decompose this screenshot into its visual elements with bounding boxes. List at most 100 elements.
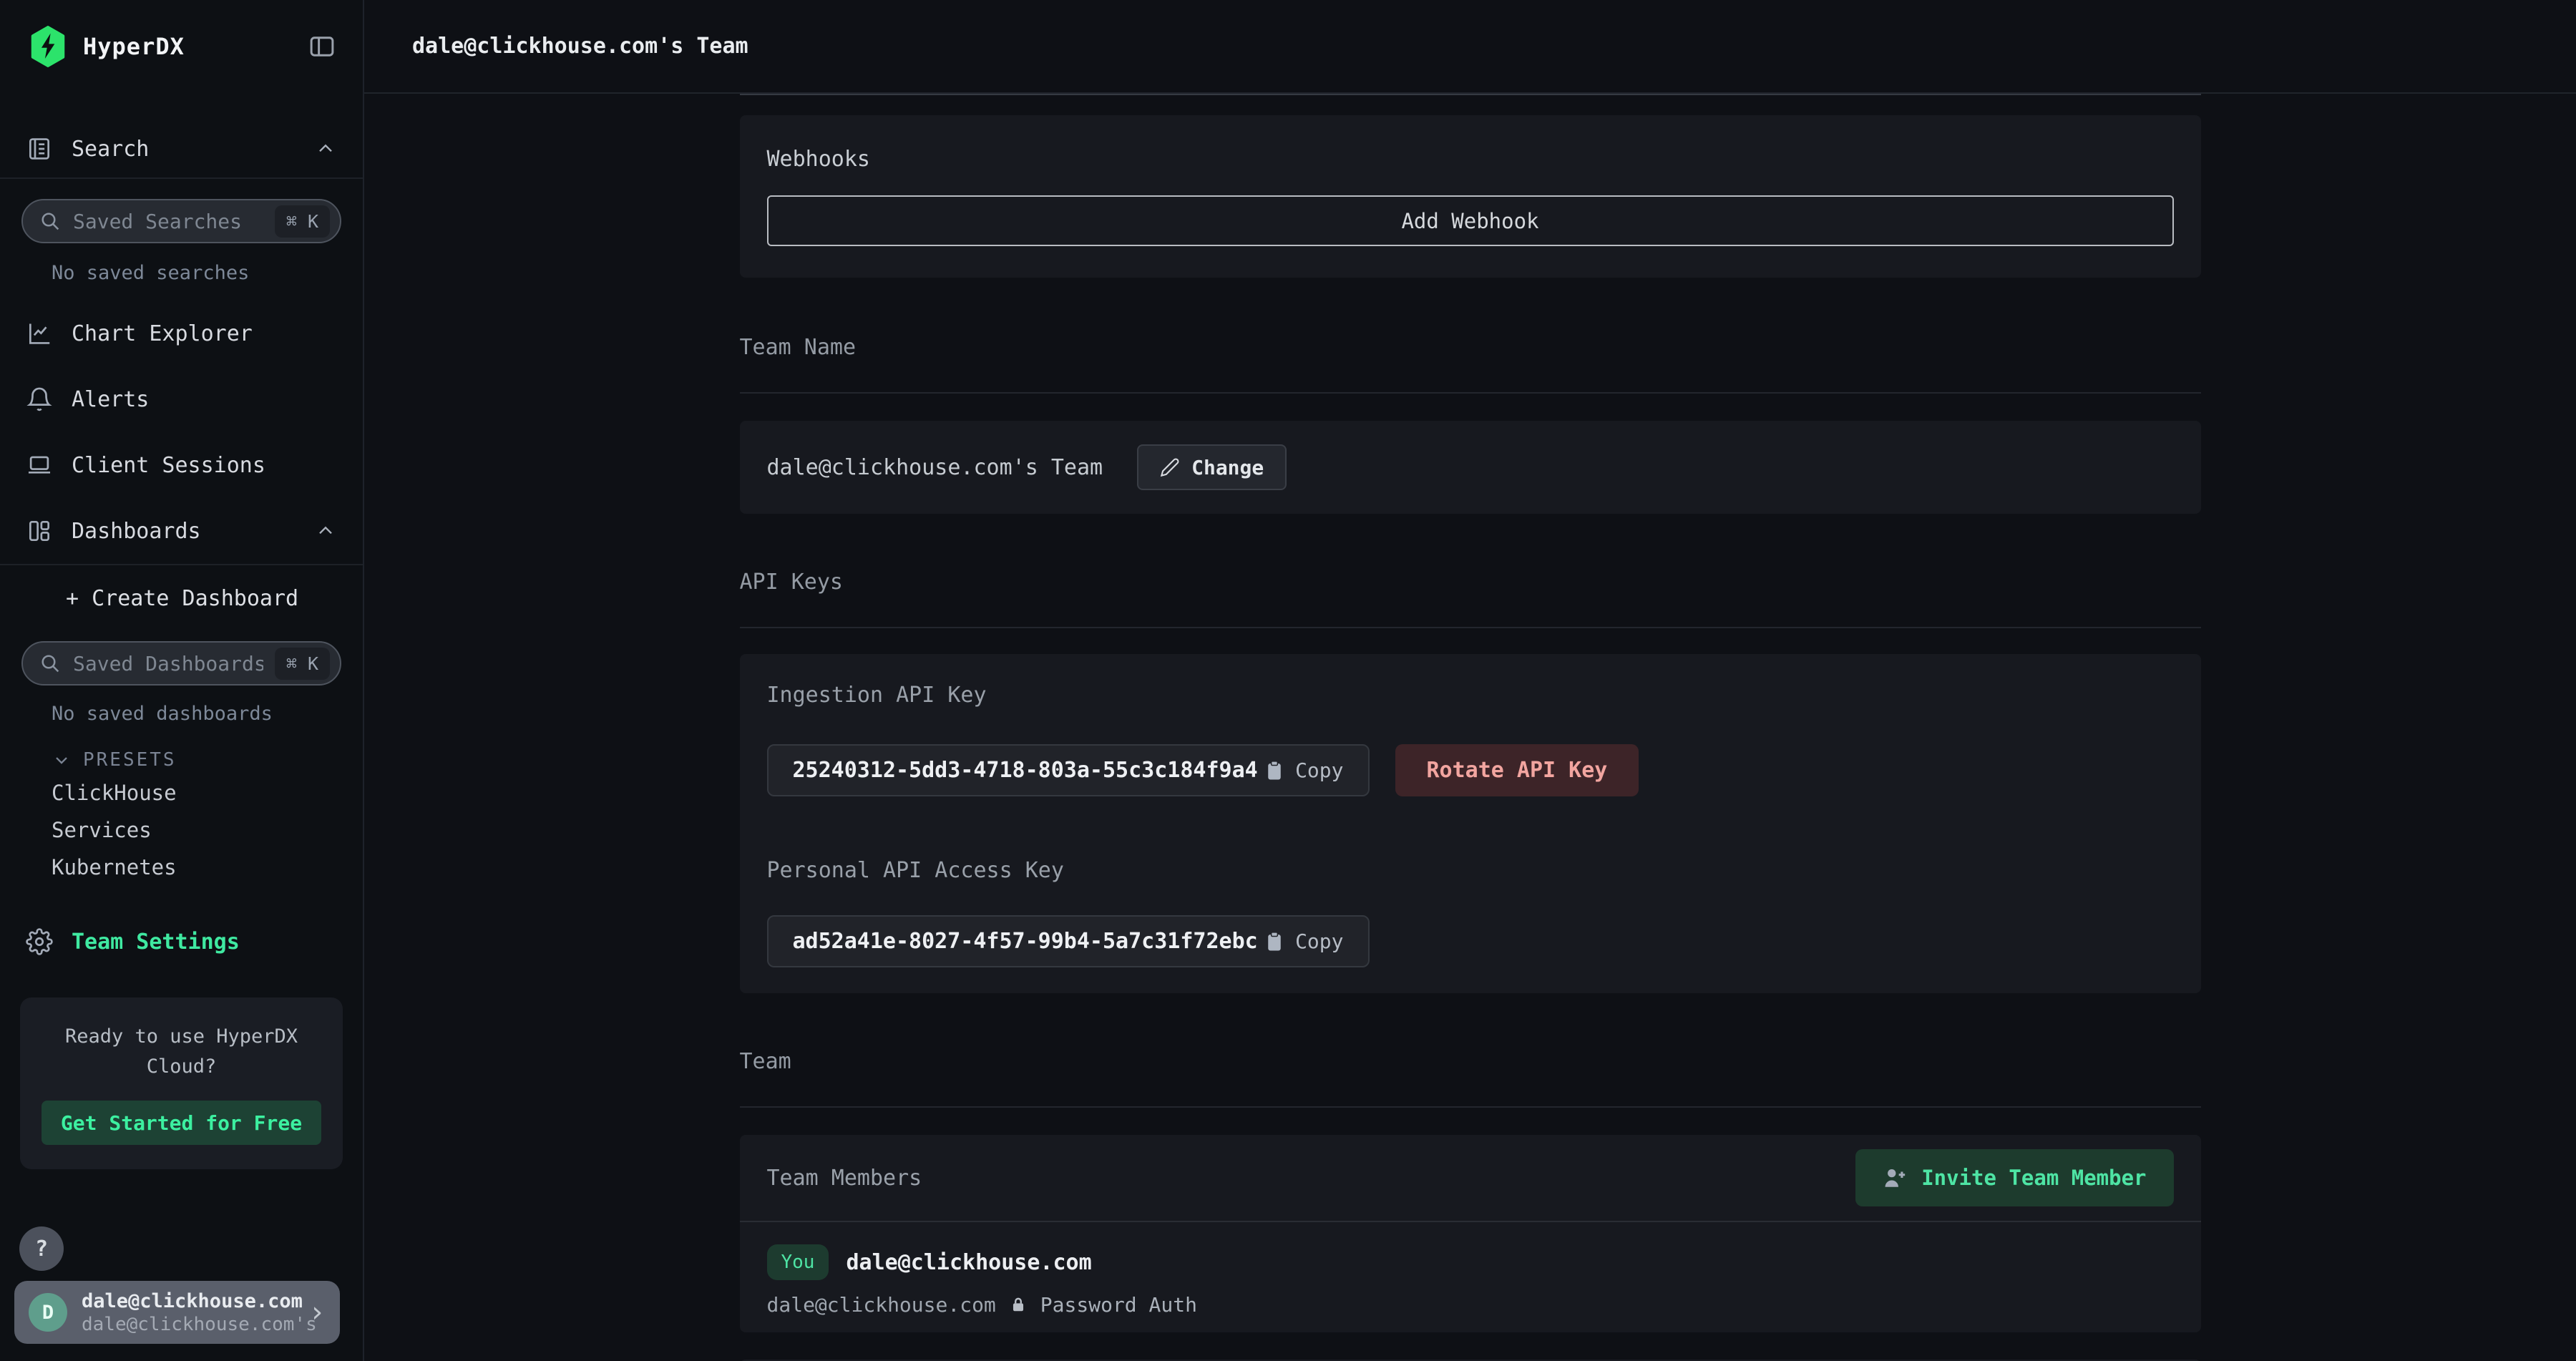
team-members-card: Team Members Invite Team Member You dale…	[740, 1135, 2201, 1332]
section-divider	[740, 627, 2201, 628]
no-saved-dashboards-note: No saved dashboards	[0, 701, 363, 727]
magnifier-icon	[39, 652, 62, 675]
team-heading: Team	[740, 1048, 2201, 1076]
sidebar-item-label: Dashboards	[72, 519, 201, 544]
sidebar-item-label: Alerts	[72, 387, 149, 412]
saved-dashboards-search[interactable]: ⌘ K	[21, 641, 341, 686]
preset-kubernetes[interactable]: Kubernetes	[0, 849, 363, 886]
sidebar-item-client-sessions[interactable]: Client Sessions	[0, 432, 363, 498]
user-name: dale@clickhouse.com	[82, 1289, 294, 1313]
search-section-icon	[26, 135, 53, 162]
team-name-card: dale@clickhouse.com's Team Change	[740, 421, 2201, 514]
ingestion-key-label: Ingestion API Key	[767, 681, 2174, 710]
sidebar-item-dashboards[interactable]: Dashboards	[0, 498, 363, 564]
pencil-icon	[1160, 457, 1180, 477]
sidebar-section-search[interactable]: Search	[0, 120, 363, 179]
user-plus-icon	[1883, 1166, 1907, 1190]
avatar: D	[29, 1293, 67, 1332]
team-member-row: You dale@clickhouse.com dale@clickhouse.…	[740, 1222, 2201, 1332]
personal-key-box: ad52a41e-8027-4f57-99b4-5a7c31f72ebc Cop…	[767, 915, 1370, 967]
chevron-down-icon	[52, 750, 72, 770]
brand-name: HyperDX	[83, 33, 185, 60]
dashboards-icon	[26, 517, 53, 545]
preset-services[interactable]: Services	[0, 811, 363, 849]
create-dashboard-button[interactable]: + Create Dashboard	[0, 565, 363, 631]
clipboard-icon	[1264, 760, 1285, 781]
cloud-promo-card: Ready to use HyperDX Cloud? Get Started …	[20, 997, 343, 1169]
sidebar-item-chart-explorer[interactable]: Chart Explorer	[0, 301, 363, 366]
brand[interactable]: HyperDX	[26, 24, 185, 69]
sidebar-item-label: Client Sessions	[72, 453, 265, 478]
help-button[interactable]: ?	[19, 1226, 64, 1271]
chart-icon	[26, 320, 53, 347]
webhooks-card: Webhooks Add Webhook	[740, 115, 2201, 278]
api-keys-card: Ingestion API Key 25240312-5dd3-4718-803…	[740, 654, 2201, 993]
page-header: dale@clickhouse.com's Team	[364, 0, 2576, 94]
laptop-icon	[26, 452, 53, 479]
settings-scroll-area[interactable]: Webhooks Add Webhook Team Name dale@clic…	[364, 94, 2576, 1361]
hyperdx-logo-icon	[26, 24, 70, 69]
member-name: dale@clickhouse.com	[846, 1250, 1091, 1275]
ingestion-key-box: 25240312-5dd3-4718-803a-55c3c184f9a4 Cop…	[767, 744, 1370, 796]
sidebar: HyperDX Search ⌘ K No saved searches	[0, 0, 364, 1361]
cloud-promo-line1: Ready to use HyperDX	[42, 1022, 321, 1052]
personal-key-row: ad52a41e-8027-4f57-99b4-5a7c31f72ebc Cop…	[767, 915, 2174, 967]
bell-icon	[26, 386, 53, 413]
presets-label: PRESETS	[83, 749, 177, 771]
page-title: dale@clickhouse.com's Team	[412, 34, 748, 59]
brand-row: HyperDX	[0, 0, 363, 93]
section-divider	[740, 392, 2201, 394]
get-started-button[interactable]: Get Started for Free	[42, 1101, 321, 1145]
section-divider	[740, 1106, 2201, 1108]
magnifier-icon	[39, 210, 62, 233]
change-team-name-button[interactable]: Change	[1137, 444, 1287, 490]
team-settings-label: Team Settings	[72, 930, 240, 955]
copy-label: Copy	[1295, 930, 1343, 953]
search-section-label: Search	[72, 137, 149, 162]
copy-ingestion-key-button[interactable]: Copy	[1264, 758, 1343, 782]
team-members-header: Team Members Invite Team Member	[740, 1135, 2201, 1221]
webhooks-title: Webhooks	[767, 147, 2174, 172]
copy-label: Copy	[1295, 758, 1343, 782]
user-team: dale@clickhouse.com's	[82, 1313, 294, 1336]
chevron-right-icon: ›	[308, 1296, 326, 1329]
sidebar-item-alerts[interactable]: Alerts	[0, 366, 363, 432]
copy-personal-key-button[interactable]: Copy	[1264, 930, 1343, 953]
sidebar-collapse-icon[interactable]	[307, 31, 337, 62]
presets-toggle[interactable]: PRESETS	[0, 746, 363, 774]
member-auth-method: Password Auth	[1040, 1293, 1197, 1317]
sidebar-item-team-settings[interactable]: Team Settings	[0, 920, 363, 963]
saved-dashboards-input[interactable]	[73, 652, 263, 675]
personal-key-label: Personal API Access Key	[767, 857, 2174, 885]
cloud-promo-line2: Cloud?	[42, 1052, 321, 1082]
saved-searches-search[interactable]: ⌘ K	[21, 199, 341, 243]
personal-key-value: ad52a41e-8027-4f57-99b4-5a7c31f72ebc	[793, 929, 1258, 954]
team-name-value: dale@clickhouse.com's Team	[767, 455, 1103, 480]
shortcut-badge: ⌘ K	[275, 648, 330, 680]
main-area: dale@clickhouse.com's Team Webhooks Add …	[364, 0, 2576, 1361]
team-name-heading: Team Name	[740, 333, 2201, 362]
chevron-up-icon[interactable]	[314, 137, 337, 160]
user-menu[interactable]: D dale@clickhouse.com dale@clickhouse.co…	[14, 1281, 340, 1344]
api-keys-heading: API Keys	[740, 568, 2201, 597]
clipboard-icon	[1264, 931, 1285, 952]
ingestion-key-value: 25240312-5dd3-4718-803a-55c3c184f9a4	[793, 758, 1258, 783]
ingestion-key-row: 25240312-5dd3-4718-803a-55c3c184f9a4 Cop…	[767, 744, 2174, 796]
invite-team-member-button[interactable]: Invite Team Member	[1855, 1149, 2173, 1206]
member-email: dale@clickhouse.com	[767, 1293, 996, 1317]
chevron-up-icon[interactable]	[314, 519, 337, 542]
shortcut-badge: ⌘ K	[275, 205, 330, 238]
lock-icon	[1009, 1295, 1028, 1314]
change-button-label: Change	[1191, 456, 1264, 479]
rotate-api-key-button[interactable]: Rotate API Key	[1395, 744, 1639, 796]
user-info: dale@clickhouse.com dale@clickhouse.com'…	[82, 1289, 294, 1336]
sidebar-nav: Chart Explorer Alerts Client Sessions Da…	[0, 301, 363, 564]
sidebar-item-label: Chart Explorer	[72, 321, 253, 346]
add-webhook-button[interactable]: Add Webhook	[767, 195, 2174, 246]
scrolled-card-edge	[740, 94, 2201, 95]
no-saved-searches-note: No saved searches	[0, 260, 363, 286]
preset-clickhouse[interactable]: ClickHouse	[0, 774, 363, 811]
saved-searches-input[interactable]	[73, 210, 263, 233]
invite-button-label: Invite Team Member	[1921, 1166, 2146, 1190]
gear-icon	[26, 928, 53, 955]
